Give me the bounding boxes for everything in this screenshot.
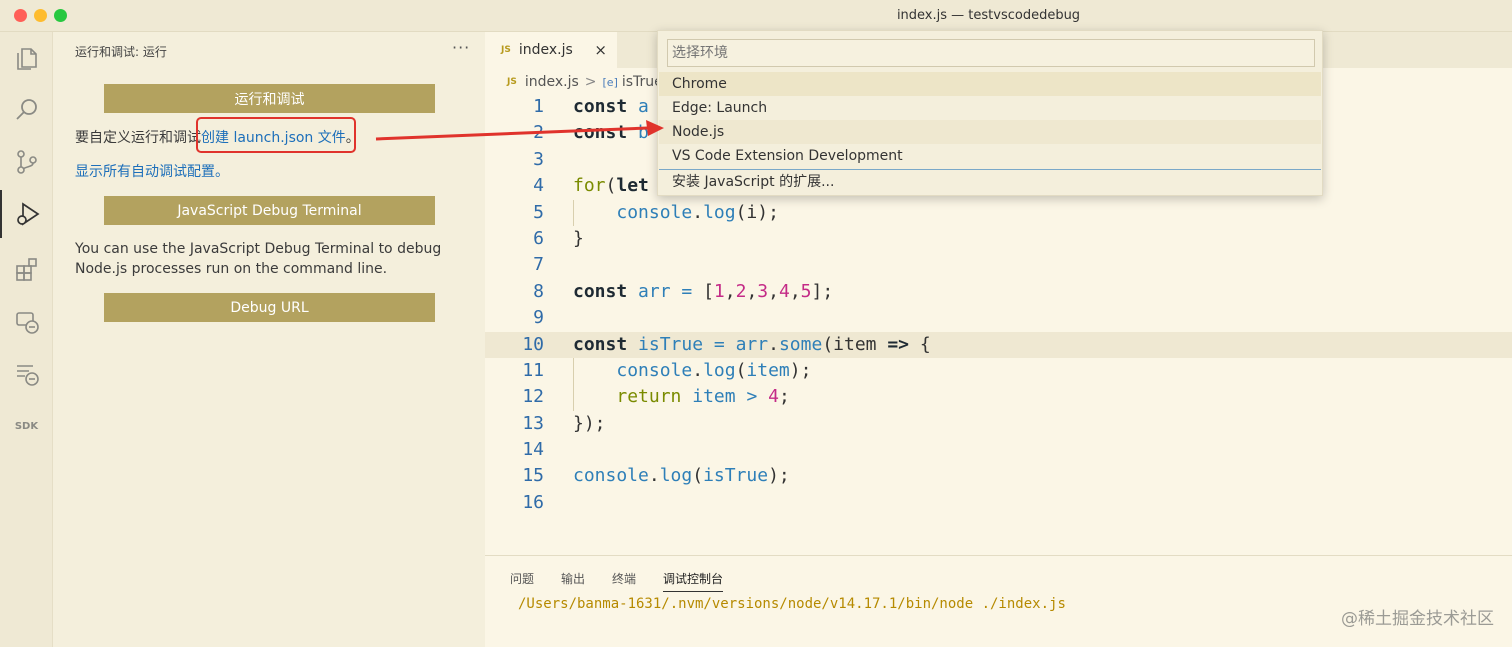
line-number: 13 [522,412,544,434]
quick-pick-dropdown: Chrome Edge: Launch Node.js VS Code Exte… [657,30,1323,196]
line-number: 4 [533,175,544,197]
sdk-label: SDK [14,420,39,432]
explorer-icon[interactable] [0,34,53,82]
line-number: 1 [533,96,544,117]
line-number: 16 [522,491,544,513]
terminal-desc-line-1: You can use the JavaScript Debug Termina… [75,241,442,257]
extensions-icon[interactable] [0,246,53,294]
code-line-current: 10 const isTrue = arr.some(item => { [485,331,1512,358]
search-icon[interactable] [0,86,53,134]
breadcrumb-separator: > [584,74,597,90]
line-number: 5 [533,201,544,223]
js-file-icon: JS [501,45,511,55]
code-line: 7 [485,252,1512,278]
line-number: 7 [533,254,544,276]
code-line: 9 [485,305,1512,331]
quick-pick-item-vscode-ext[interactable]: VS Code Extension Development [659,144,1321,168]
breadcrumb-file[interactable]: index.js [525,74,579,90]
code-line: 8 const arr = [1,2,3,4,5]; [485,279,1512,305]
code-line: 6} [485,226,1512,252]
breadcrumb: JS index.js > [e] isTrue [507,74,663,90]
line-number: 10 [522,333,544,355]
line-number: 11 [522,359,544,381]
code-line: 5 console.log(i); [485,199,1512,226]
run-debug-icon[interactable] [0,190,53,238]
tab-output[interactable]: 输出 [561,570,585,587]
tab-index-js[interactable]: JS index.js × [485,32,617,68]
code-line: 13}); [485,411,1512,437]
line-number: 3 [533,148,544,170]
quick-pick-item-edge[interactable]: Edge: Launch [659,96,1321,120]
code-line: 16 [485,490,1512,516]
line-number: 9 [533,307,544,329]
code-line: 11 console.log(item); [485,357,1512,385]
code-line: 12 return item > 4; [485,384,1512,411]
code-line: 15 console.log(isTrue); [485,463,1512,489]
activity-bar: SDK [0,32,53,647]
debug-console-output: /Users/banma-1631/.nvm/versions/node/v14… [518,596,1066,612]
debug-tree-icon[interactable] [0,350,53,398]
highlight-callout [196,117,356,153]
tab-debug-console[interactable]: 调试控制台 [663,570,724,592]
tab-terminal[interactable]: 终端 [612,570,636,587]
environment-search-input[interactable] [667,39,1315,67]
quick-pick-item-nodejs[interactable]: Node.js [659,120,1321,144]
javascript-debug-terminal-button[interactable]: JavaScript Debug Terminal [104,196,435,225]
code-line: 14 [485,437,1512,463]
sdk-icon[interactable]: SDK [0,402,53,450]
more-actions-icon[interactable]: ··· [452,38,470,57]
close-icon[interactable]: × [594,41,607,59]
variable-symbol-icon: [e] [602,75,618,89]
line-number: 2 [533,122,544,144]
tab-label: index.js [518,42,573,58]
terminal-description: You can use the JavaScript Debug Termina… [75,239,441,279]
show-all-configs-text: 显示所有自动调试配置。 [75,162,229,182]
tab-problems[interactable]: 问题 [510,570,534,587]
line-number: 6 [533,227,544,249]
line-number: 15 [522,465,544,487]
line-number: 14 [522,439,544,461]
remote-explorer-icon[interactable] [0,298,53,346]
bottom-panel: 问题 输出 终端 调试控制台 /Users/banma-1631/.nvm/ve… [485,555,1512,647]
watermark: @稀土掘金技术社区 [1341,609,1494,629]
title-bar: index.js — testvscodedebug [0,0,1512,32]
line-number: 12 [522,386,544,408]
sidebar-title: 运行和调试: 运行 [75,45,167,59]
breadcrumb-js-icon: JS [507,77,517,87]
terminal-desc-line-2: Node.js processes run on the command lin… [75,261,388,277]
quick-pick-item-chrome[interactable]: Chrome [659,72,1321,96]
show-all-configs-link[interactable]: 显示所有自动调试配置。 [75,164,229,180]
quick-pick-install-extensions[interactable]: 安装 JavaScript 的扩展... [659,170,1321,194]
run-and-debug-button[interactable]: 运行和调试 [104,84,435,113]
source-control-icon[interactable] [0,138,53,186]
debug-url-button[interactable]: Debug URL [104,293,435,322]
line-number: 8 [533,280,544,302]
window-title: index.js — testvscodedebug [896,8,1081,23]
custom-run-label: 要自定义运行和调试 [75,130,201,146]
